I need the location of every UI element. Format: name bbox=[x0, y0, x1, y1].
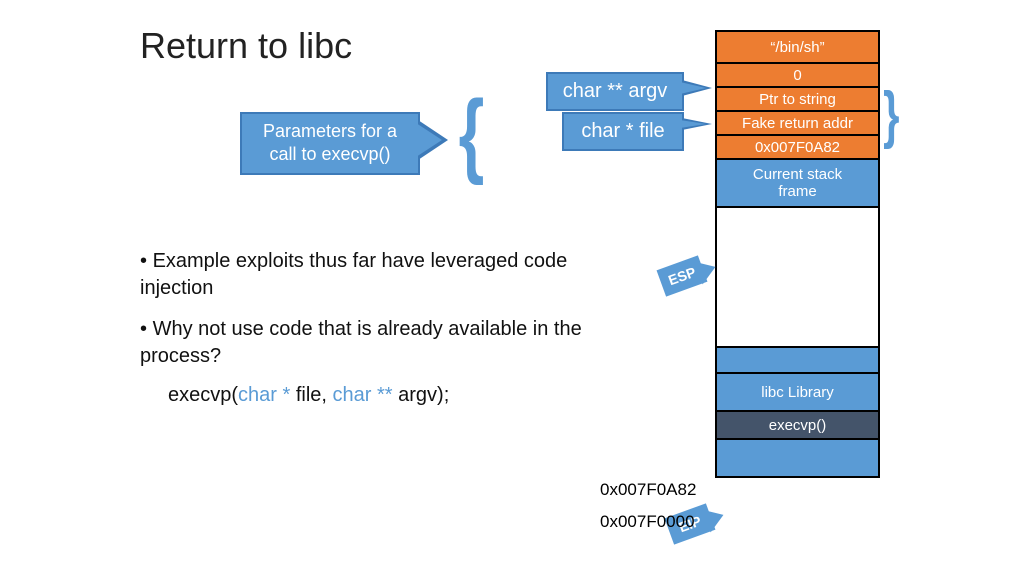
argv-callout: char ** argv bbox=[546, 72, 684, 111]
stack-row-execvp: execvp() bbox=[717, 410, 878, 438]
file-callout-pointer bbox=[682, 118, 712, 130]
code-post: argv); bbox=[398, 384, 449, 406]
params-callout-pointer bbox=[418, 120, 448, 160]
stack-row-gap bbox=[717, 206, 878, 346]
code-type1: char * bbox=[238, 384, 296, 406]
stack-row-libc: libc Library bbox=[717, 372, 878, 410]
code-type2: char ** bbox=[333, 384, 399, 406]
current-frame-l1: Current stack bbox=[753, 166, 842, 183]
bullet-2: Why not use code that is already availab… bbox=[140, 316, 615, 370]
stack-row-ptr: Ptr to string bbox=[717, 86, 878, 110]
address-label-bottom: 0x007F0000 bbox=[600, 512, 695, 532]
code-line: execvp(char * file, char ** argv); bbox=[168, 384, 615, 407]
params-callout-line1: Parameters for a bbox=[252, 120, 408, 143]
code-mid1: file, bbox=[296, 384, 333, 406]
file-callout: char * file bbox=[562, 112, 684, 151]
argv-callout-pointer bbox=[682, 80, 712, 96]
stack-row-pad2 bbox=[717, 438, 878, 476]
left-brace-icon: { bbox=[459, 80, 485, 188]
current-frame-l2: frame bbox=[753, 183, 842, 200]
stack-diagram: “/bin/sh” 0 Ptr to string Fake return ad… bbox=[715, 30, 880, 478]
stack-row-pad1 bbox=[717, 346, 878, 372]
bullet-1: Example exploits thus far have leveraged… bbox=[140, 248, 615, 302]
code-pre: execvp( bbox=[168, 384, 238, 406]
address-label-top: 0x007F0A82 bbox=[600, 480, 696, 500]
right-brace-icon: } bbox=[883, 78, 899, 151]
stack-row-zero: 0 bbox=[717, 62, 878, 86]
params-callout: Parameters for a call to execvp() bbox=[240, 112, 420, 175]
slide-title: Return to libc bbox=[140, 25, 352, 67]
stack-row-fakeret: Fake return addr bbox=[717, 110, 878, 134]
params-callout-line2: call to execvp() bbox=[252, 143, 408, 166]
bullet-list: Example exploits thus far have leveraged… bbox=[140, 248, 615, 407]
stack-row-addr: 0x007F0A82 bbox=[717, 134, 878, 158]
stack-row-binsh: “/bin/sh” bbox=[717, 30, 878, 62]
stack-row-current-frame: Current stack frame bbox=[717, 158, 878, 206]
